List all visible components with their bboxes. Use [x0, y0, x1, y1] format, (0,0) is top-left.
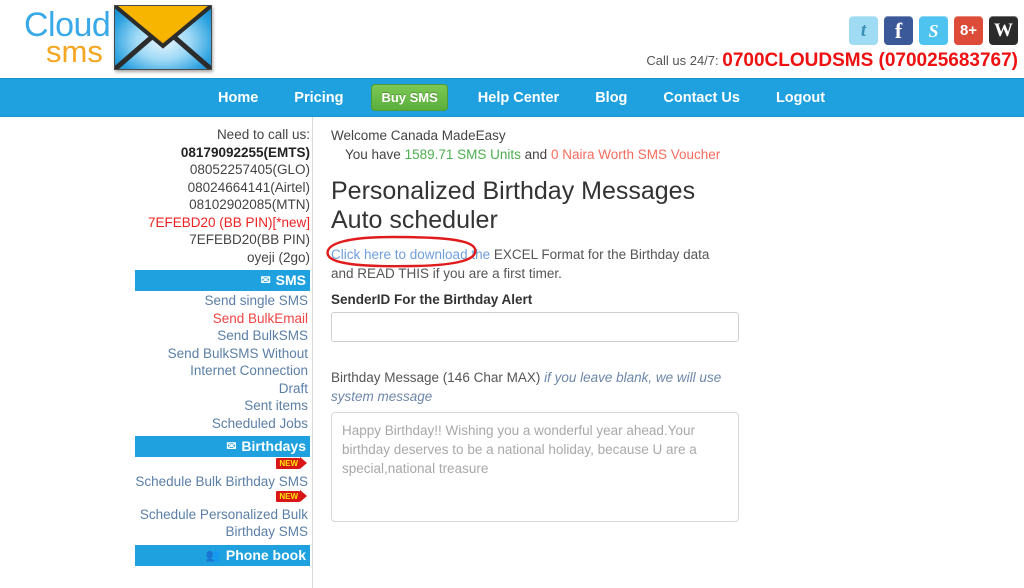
sidebar-item-send-single-sms[interactable]: Send single SMS — [135, 292, 310, 310]
nav-item-home[interactable]: Home — [218, 90, 258, 106]
social-links: t f S 8+ W — [646, 16, 1018, 45]
sidebar-section-phone-book-label: Phone book — [225, 546, 306, 563]
balance-voucher: 0 Naira Worth SMS Voucher — [550, 147, 721, 162]
twitter-glyph: t — [860, 20, 867, 41]
contacts-icon: 👥 — [205, 547, 221, 562]
sidebar-need-to-call-label: Need to call us: — [216, 127, 310, 142]
main-content: Welcome Canada MadeEasy You have 1589.71… — [313, 117, 1024, 522]
sidebar-contact-glo[interactable]: 08052257405(GLO) — [135, 161, 310, 179]
sidebar-contact-2go[interactable]: oyeji (2go) — [135, 249, 310, 267]
sidebar-contact-emts[interactable]: 08179092255(EMTS) — [135, 144, 310, 162]
main-navigation: Home Pricing Buy SMS Help Center Blog Co… — [0, 78, 1024, 117]
birthday-message-label: Birthday Message (146 Char MAX) if you l… — [331, 368, 731, 406]
skype-glyph: S — [928, 20, 939, 41]
sidebar-item-draft[interactable]: Draft — [135, 380, 310, 398]
nav-item-pricing[interactable]: Pricing — [294, 90, 343, 106]
sidebar-contact-mtn[interactable]: 08102902085(MTN) — [135, 196, 310, 214]
sidebar-item-scheduled-jobs[interactable]: Scheduled Jobs — [135, 415, 310, 433]
nav-item-logout[interactable]: Logout — [776, 90, 825, 106]
senderid-input[interactable] — [331, 312, 739, 342]
sidebar-section-birthdays: ✉ Birthdays — [135, 436, 310, 457]
site-logo[interactable]: Cloud sms — [18, 2, 218, 74]
page-body: Need to call us: 08179092255(EMTS) 08052… — [0, 117, 1024, 588]
google-plus-icon[interactable]: 8+ — [954, 16, 983, 45]
balance-mid: and — [524, 147, 548, 162]
senderid-label: SenderID For the Birthday Alert — [331, 292, 533, 307]
facebook-glyph: f — [894, 17, 903, 43]
sidebar-item-schedule-bulk-birthday-sms-label: Schedule Bulk Birthday SMS — [135, 474, 308, 489]
logo-sms-text: sms — [46, 34, 103, 69]
sidebar: Need to call us: 08179092255(EMTS) 08052… — [135, 117, 313, 588]
download-instruction-paragraph: Click here to download the EXCEL Format … — [326, 235, 731, 283]
sidebar-contact-bbpin-new[interactable]: 7EFEBD20 (BB PIN)[*new] — [135, 214, 310, 232]
birthday-message-textarea[interactable] — [331, 412, 739, 522]
nav-item-buy-sms[interactable]: Buy SMS — [371, 84, 448, 111]
sidebar-item-send-bulksms[interactable]: Send BulkSMS — [135, 327, 310, 345]
twitter-icon[interactable]: t — [849, 16, 878, 45]
download-excel-link[interactable]: Click here to download the — [331, 247, 490, 262]
sidebar-section-sms-label: SMS — [275, 272, 306, 288]
nav-item-blog[interactable]: Blog — [595, 90, 627, 106]
call-us-line: Call us 24/7: 0700CLOUDSMS (070025683767… — [646, 50, 1018, 72]
header-right-block: t f S 8+ W Call us 24/7: 0700CLOUDSMS (0… — [646, 16, 1018, 72]
sidebar-item-schedule-personalized-bulk-birthday-sms[interactable]: NEW Schedule Personalized Bulk Birthday … — [135, 489, 310, 541]
sidebar-contact-bbpin[interactable]: 7EFEBD20(BB PIN) — [135, 231, 310, 249]
skype-icon[interactable]: S — [919, 16, 948, 45]
logo-wordmark: Cloud sms — [24, 8, 111, 69]
sidebar-contact-airtel[interactable]: 08024664141(Airtel) — [135, 179, 310, 197]
envelope-icon: ✉ — [260, 273, 271, 287]
sidebar-item-sent-items[interactable]: Sent items — [135, 397, 310, 415]
site-header: Cloud sms t f S 8+ W Call us 24/7: 0700C… — [0, 0, 1024, 78]
balance-sms-units: 1589.71 SMS Units — [404, 147, 521, 162]
sidebar-section-birthdays-label: Birthdays — [241, 438, 306, 454]
envelope-icon: ✉ — [226, 439, 237, 453]
wordpress-glyph: W — [994, 20, 1013, 41]
welcome-block: Welcome Canada MadeEasy You have 1589.71… — [331, 126, 1024, 164]
wordpress-icon[interactable]: W — [989, 16, 1018, 45]
gplus-glyph: 8+ — [959, 22, 978, 39]
new-badge-icon: NEW — [276, 489, 307, 502]
sidebar-contact-block: Need to call us: 08179092255(EMTS) 08052… — [135, 126, 310, 266]
balance-line: You have 1589.71 SMS Units and 0 Naira W… — [331, 145, 1024, 164]
new-badge-icon: NEW — [276, 457, 307, 469]
birthday-message-label-main: Birthday Message (146 Char MAX) — [331, 370, 541, 385]
welcome-message: Welcome Canada MadeEasy — [331, 128, 506, 143]
nav-item-contact-us[interactable]: Contact Us — [663, 90, 740, 106]
facebook-icon[interactable]: f — [884, 16, 913, 45]
balance-prefix: You have — [345, 147, 401, 162]
sidebar-section-sms: ✉ SMS — [135, 270, 310, 291]
call-us-label: Call us 24/7: — [646, 53, 719, 68]
sidebar-item-schedule-bulk-birthday-sms[interactable]: NEW Schedule Bulk Birthday SMS — [135, 457, 310, 491]
page-title: Personalized Birthday Messages Auto sche… — [331, 177, 696, 234]
sidebar-item-schedule-personalized-bulk-birthday-sms-label: Schedule Personalized Bulk Birthday SMS — [139, 506, 308, 540]
sidebar-item-send-bulksms-offline[interactable]: Send BulkSMS Without Internet Connection — [135, 345, 310, 380]
sidebar-item-send-bulkemail[interactable]: Send BulkEmail — [135, 310, 310, 328]
call-us-number[interactable]: 0700CLOUDSMS (070025683767) — [722, 50, 1018, 71]
nav-item-help-center[interactable]: Help Center — [478, 90, 559, 106]
sidebar-section-phone-book: 👥 Phone book — [135, 544, 310, 566]
envelope-fold-lines — [115, 6, 211, 69]
envelope-icon — [114, 5, 212, 70]
